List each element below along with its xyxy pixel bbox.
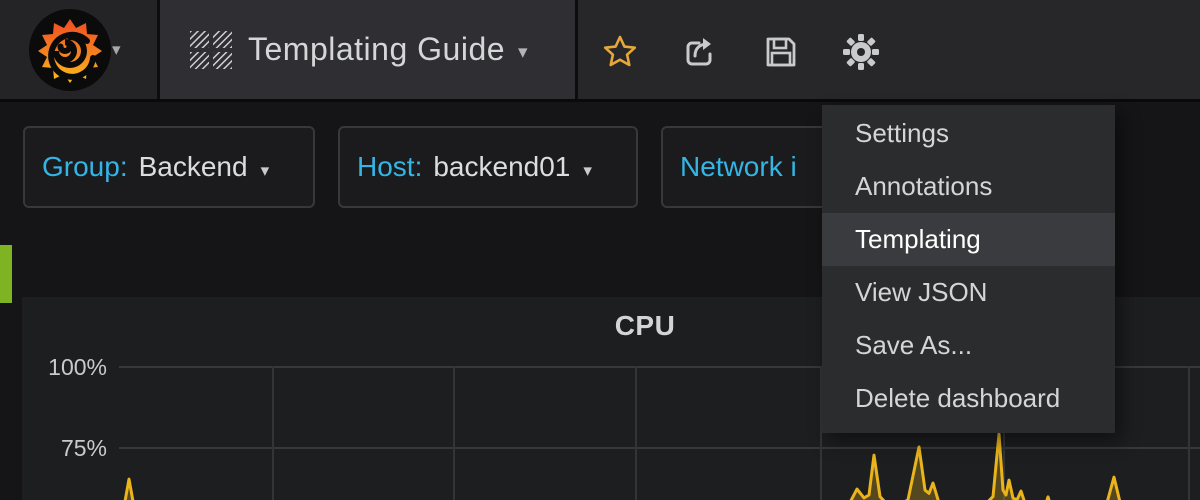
settings-button[interactable] <box>840 31 882 73</box>
dashboard-settings-menu: Settings Annotations Templating View JSO… <box>822 105 1115 433</box>
dashboard-grid-icon <box>190 31 232 69</box>
menu-item-delete-dashboard[interactable]: Delete dashboard <box>822 372 1115 425</box>
share-button[interactable] <box>679 31 721 73</box>
gridline-vertical <box>272 366 274 500</box>
save-button[interactable] <box>760 31 802 73</box>
chevron-down-icon: ▾ <box>112 40 121 60</box>
star-icon <box>602 34 638 70</box>
menu-item-annotations[interactable]: Annotations <box>822 160 1115 213</box>
dashboard-title: Templating Guide <box>248 31 505 68</box>
save-icon <box>764 35 798 69</box>
menu-item-templating[interactable]: Templating <box>822 213 1115 266</box>
variable-label: Host: <box>357 151 422 183</box>
y-axis-tick-75: 75% <box>21 435 107 462</box>
chevron-down-icon: ▾ <box>518 41 528 64</box>
grafana-logo-menu[interactable]: ▾ <box>0 0 157 99</box>
menu-item-settings[interactable]: Settings <box>822 107 1115 160</box>
y-axis-tick-100: 100% <box>21 354 107 381</box>
gridline-vertical <box>635 366 637 500</box>
menu-item-save-as[interactable]: Save As... <box>822 319 1115 372</box>
navbar-divider <box>575 0 578 99</box>
variable-picker-host[interactable]: Host: backend01 ▾ <box>338 126 638 208</box>
grafana-dashboard: ▾ Templating Guide ▾ <box>0 0 1200 500</box>
star-button[interactable] <box>599 31 641 73</box>
row-collapse-handle[interactable] <box>0 245 12 303</box>
gridline-horizontal <box>119 447 1200 449</box>
grafana-logo-icon <box>27 7 113 93</box>
variable-picker-group[interactable]: Group: Backend ▾ <box>23 126 315 208</box>
gridline-vertical <box>1188 366 1190 500</box>
variable-label: Group: <box>42 151 128 183</box>
chevron-down-icon: ▾ <box>583 161 592 181</box>
chevron-down-icon: ▾ <box>261 161 270 181</box>
top-navbar: ▾ Templating Guide ▾ <box>0 0 1200 102</box>
gear-icon <box>842 33 880 71</box>
variable-value: Backend <box>139 151 248 183</box>
dashboard-title-menu[interactable]: Templating Guide ▾ <box>160 0 575 99</box>
variable-value: backend01 <box>433 151 570 183</box>
gridline-vertical <box>453 366 455 500</box>
variable-label: Network i <box>680 151 797 183</box>
share-icon <box>682 34 718 70</box>
menu-item-view-json[interactable]: View JSON <box>822 266 1115 319</box>
